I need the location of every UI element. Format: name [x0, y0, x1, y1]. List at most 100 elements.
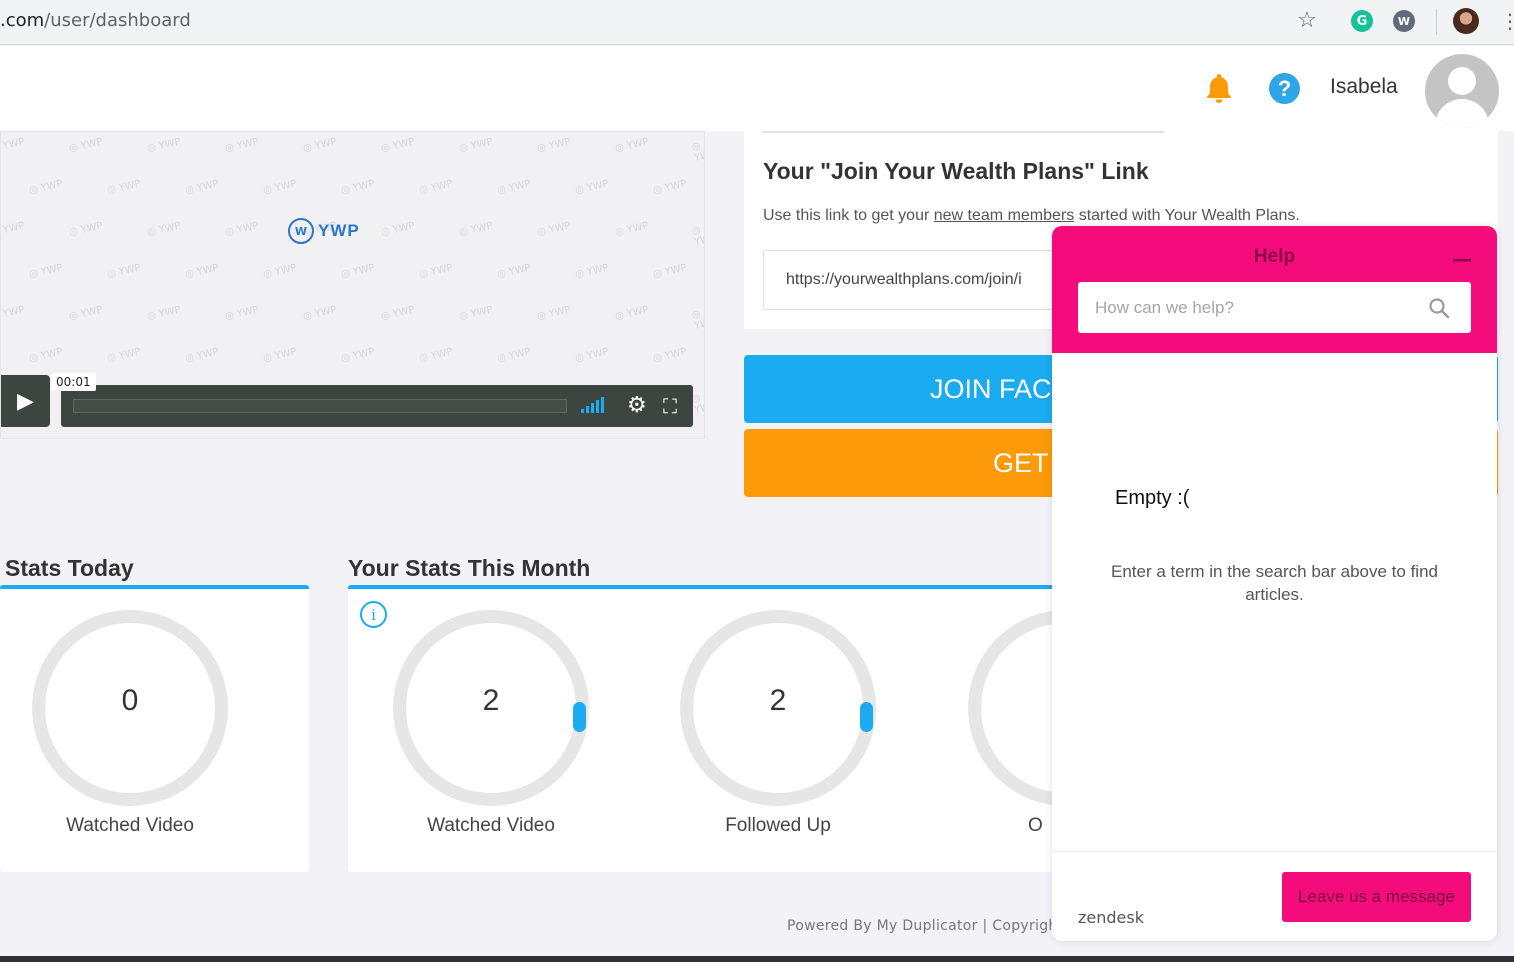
leave-message-button[interactable]: Leave us a message [1282, 872, 1471, 922]
watermark-text: ◎ YWP [302, 136, 338, 155]
watermark-text: ◎ YWP [380, 136, 416, 155]
watermark-text: ◎ YWP [184, 178, 220, 197]
gauge-label: O [1028, 815, 1043, 836]
stats-today-title: Stats Today [5, 555, 134, 581]
info-icon[interactable]: i [360, 601, 387, 628]
ywp-logo-text: YWP [318, 221, 360, 240]
watermark-text: ◎ YWP [146, 220, 182, 239]
zendesk-title: Help [1253, 246, 1296, 267]
desc-text: Use this link to get your [763, 207, 934, 224]
watermark-text: ◎ YWP [652, 346, 688, 365]
watermark-text: ◎ YWP [536, 220, 572, 239]
watermark-text: ◎ YWP [106, 346, 142, 365]
extension-w-icon[interactable]: W [1393, 10, 1415, 32]
watermark-text: ◎ YWP [28, 346, 64, 365]
footer-text: Powered By My Duplicator | Copyright [787, 918, 1064, 934]
watermark-text: ◎ YWP [262, 178, 298, 197]
watermark-text: ◎ YWP [68, 136, 104, 155]
profile-avatar-icon[interactable] [1453, 8, 1479, 34]
video-controls: ⚙ ⛶ [61, 385, 693, 427]
empty-state-text: Enter a term in the search bar above to … [1111, 562, 1438, 604]
watermark-text: ◎ YWP [224, 220, 260, 239]
watermark-text: ◎ YWP [106, 262, 142, 281]
play-button[interactable]: ▶ [1, 375, 50, 427]
divider [1052, 851, 1497, 852]
video-progress-bar[interactable] [73, 399, 567, 413]
minimize-icon[interactable]: — [1452, 247, 1472, 271]
watermark-text: ◎ YWP [418, 262, 454, 281]
url-path: /user/dashboard [44, 10, 191, 31]
bell-icon[interactable] [1204, 72, 1234, 104]
watermark-text: ◎ YWP [690, 140, 705, 165]
watermark-text: ◎ YWP [224, 304, 260, 323]
avatar[interactable] [1425, 54, 1499, 128]
browser-toolbar: .com/user/dashboard ☆ G W ⋮ [0, 0, 1514, 45]
watermark-text: ◎ YWP [458, 220, 494, 239]
app-header: ? Isabela [0, 46, 1514, 131]
watermark-text: ◎ YWP [146, 136, 182, 155]
watermark-text: ◎ YWP [496, 262, 532, 281]
watermark-text: ◎ YWP [574, 346, 610, 365]
watermark-text: ◎ YWP [458, 304, 494, 323]
watermark-text: ◎ YWP [28, 262, 64, 281]
watermark-text: ◎ YWP [574, 178, 610, 197]
watermark-text: ◎ YWP [418, 178, 454, 197]
watermark-text: ◎ YWP [652, 262, 688, 281]
empty-state-title: Empty :( [1115, 487, 1190, 509]
stats-month-title: Your Stats This Month [348, 555, 591, 581]
url-domain: .com [0, 10, 45, 31]
watermark-text: ◎ YWP [106, 178, 142, 197]
video-player[interactable]: ◎ YWP ◎ YWP ◎ YWP ◎ YWP ◎ YWP ◎ YWP ◎ YWP ◎ YWP… [0, 131, 705, 439]
address-bar[interactable]: .com/user/dashboard [0, 10, 191, 31]
avatar-head [1448, 67, 1476, 95]
divider [762, 131, 1164, 133]
watermark-text: ◎ YWP [614, 136, 650, 155]
kebab-menu-icon[interactable]: ⋮ [1500, 9, 1514, 33]
watermark-text: ◎ YWP [418, 346, 454, 365]
bottom-bar [0, 956, 1514, 962]
join-link-title: Your "Join Your Wealth Plans" Link [763, 158, 1149, 184]
gauge-value: 2 [769, 684, 787, 717]
gauge-value: 0 [121, 684, 139, 717]
watermark-text: ◎ YWP [496, 346, 532, 365]
watermark-text: ◎ YWP [574, 262, 610, 281]
star-icon[interactable]: ☆ [1296, 8, 1318, 33]
gauge-label: Watched Video [427, 815, 555, 836]
desc-text-end: started with Your Wealth Plans. [1074, 207, 1300, 224]
watermark-text: ◎ YWP [690, 392, 705, 417]
watermark-text: ◎ YWP [458, 136, 494, 155]
watermark-text: ◎ YWP [28, 178, 64, 197]
watermark-text: ◎ YWP [184, 262, 220, 281]
watermark-text: ◎ YWP [302, 304, 338, 323]
new-team-members-link[interactable]: new team members [934, 207, 1075, 224]
watermark-text: ◎ YWP [68, 304, 104, 323]
zendesk-header: Help — [1052, 226, 1497, 353]
grammarly-icon[interactable]: G [1351, 10, 1373, 32]
avatar-body [1435, 99, 1489, 128]
watermark-text: ◎ YWP [1, 220, 26, 239]
watermark-text: ◎ YWP [536, 304, 572, 323]
search-icon[interactable] [1428, 297, 1450, 319]
watermark-text: ◎ YWP [1, 136, 26, 155]
zendesk-logo[interactable]: zendesk [1078, 908, 1144, 927]
volume-icon[interactable] [581, 397, 604, 413]
watermark-text: ◎ YWP [690, 308, 705, 333]
gauge-label: Watched Video [66, 815, 194, 836]
ywp-logo: W YWP [288, 218, 360, 244]
toolbar-divider [1436, 9, 1437, 35]
watermark-text: ◎ YWP [614, 304, 650, 323]
fullscreen-icon[interactable]: ⛶ [663, 394, 677, 418]
watermark-text: ◎ YWP [652, 178, 688, 197]
zendesk-search-input[interactable] [1078, 282, 1471, 333]
watermark-text: ◎ YWP [380, 220, 416, 239]
watermark-text: ◎ YWP [536, 136, 572, 155]
watermark-text: ◎ YWP [496, 178, 532, 197]
help-icon[interactable]: ? [1269, 73, 1300, 104]
join-link-description: Use this link to get your new team membe… [763, 207, 1300, 225]
gear-icon[interactable]: ⚙ [627, 393, 647, 418]
watermark-text: ◎ YWP [262, 262, 298, 281]
watermark-text: ◎ YWP [146, 304, 182, 323]
zendesk-help-widget: Help — Empty :( Enter a term in the sear… [1052, 226, 1497, 941]
watermark-text: ◎ YWP [380, 304, 416, 323]
username[interactable]: Isabela [1330, 75, 1398, 99]
